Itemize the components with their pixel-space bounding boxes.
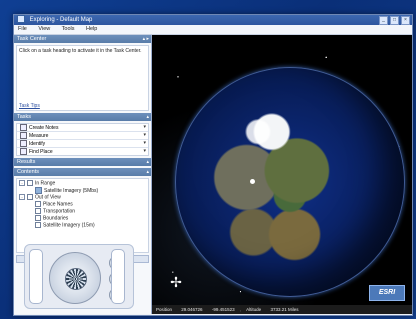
esri-logo: ESRI xyxy=(369,285,405,301)
zoom-slider-right[interactable] xyxy=(111,249,125,304)
checkbox[interactable] xyxy=(27,180,33,186)
content-group-in-range[interactable]: - In Range xyxy=(19,180,146,187)
content-label: Transportation xyxy=(43,208,76,215)
content-layer-place-names[interactable]: Place Names xyxy=(19,201,146,208)
position-label: Position xyxy=(156,307,173,312)
tasks-controls[interactable]: ▴ xyxy=(146,113,149,121)
results-controls[interactable]: ▴ xyxy=(146,158,149,166)
title-bar: Exploring - Default Map _ □ × xyxy=(14,15,412,25)
chevron-down-icon: ▾ xyxy=(143,140,146,146)
window-title: Exploring - Default Map xyxy=(29,17,93,23)
altitude-value: 3733.21 Miles xyxy=(270,307,299,312)
task-center-controls[interactable]: ▴ ▸ xyxy=(143,35,149,43)
task-label: Identify xyxy=(29,140,46,147)
contents-list: - In Range Satellite Imagery (5Mbs) - Out … xyxy=(16,178,149,253)
contents-controls[interactable]: ▴ xyxy=(146,168,149,176)
window-controls: _ □ × xyxy=(379,16,410,25)
ruler-icon xyxy=(20,132,27,139)
application-window: Exploring - Default Map _ □ × File View … xyxy=(13,14,413,316)
maximize-button[interactable]: □ xyxy=(390,16,399,25)
task-create-notes[interactable]: Create Notes ▾ xyxy=(17,124,148,132)
task-center-header[interactable]: Task Center ▴ ▸ xyxy=(14,35,151,43)
checkbox[interactable] xyxy=(35,208,41,214)
left-sidebar: Task Center ▴ ▸ Click on a task heading … xyxy=(14,35,152,314)
content-layer-satellite-15m[interactable]: Satellite Imagery (15m) xyxy=(19,222,146,229)
task-tips-link[interactable]: Task Tips xyxy=(19,103,40,109)
app-icon xyxy=(17,15,25,24)
content-label: Place Names xyxy=(43,201,73,208)
location-marker xyxy=(250,179,255,184)
checkbox[interactable] xyxy=(35,215,41,221)
minimize-button[interactable]: _ xyxy=(379,16,388,25)
menu-view[interactable]: View xyxy=(38,26,50,32)
task-label: Create Notes xyxy=(29,124,59,131)
layer-icon xyxy=(35,187,42,194)
task-find-place[interactable]: Find Place ▾ xyxy=(17,148,148,155)
content-label: Boundaries xyxy=(43,215,69,222)
find-place-icon xyxy=(20,148,27,155)
compass-icon: ✢ xyxy=(170,274,182,290)
task-measure[interactable]: Measure ▾ xyxy=(17,132,148,140)
close-button[interactable]: × xyxy=(401,16,410,25)
zoom-slider-left[interactable] xyxy=(29,249,43,304)
longitude-value: -99.451523 xyxy=(211,307,235,312)
collapse-icon[interactable]: - xyxy=(19,194,25,200)
altitude-label: Altitude xyxy=(246,307,262,312)
task-center-content: Click on a task heading to activate it i… xyxy=(16,45,149,111)
content-label: Out of View xyxy=(35,194,61,201)
navigation-panel: ⊕ ⊖ ⟲ xyxy=(24,244,134,309)
checkbox[interactable] xyxy=(35,222,41,228)
chevron-down-icon: ▾ xyxy=(143,124,146,130)
identify-icon xyxy=(20,140,27,147)
tasks-title: Tasks xyxy=(17,114,32,120)
checkbox[interactable] xyxy=(35,201,41,207)
globe-earth[interactable] xyxy=(175,67,405,297)
menu-file[interactable]: File xyxy=(18,26,27,32)
chevron-down-icon: ▾ xyxy=(143,132,146,138)
navigation-dial[interactable] xyxy=(49,252,101,304)
menu-tools[interactable]: Tools xyxy=(62,26,75,32)
task-center-title: Task Center xyxy=(17,36,47,42)
content-layer-transportation[interactable]: Transportation xyxy=(19,208,146,215)
status-bar: Position 29.046726 -99.451523 , Altitude… xyxy=(152,305,412,314)
content-label: In Range xyxy=(35,180,56,187)
notes-icon xyxy=(20,124,27,131)
menu-help[interactable]: Help xyxy=(86,26,97,32)
tasks-header[interactable]: Tasks ▴ xyxy=(14,113,151,121)
menu-bar: File View Tools Help xyxy=(14,25,412,35)
chevron-down-icon: ▾ xyxy=(143,148,146,154)
content-label: Satellite Imagery (15m) xyxy=(43,222,95,229)
contents-title: Contents xyxy=(17,169,40,175)
task-label: Find Place xyxy=(29,148,53,155)
content-layer-satellite-5mbs[interactable]: Satellite Imagery (5Mbs) xyxy=(19,187,146,194)
task-identify[interactable]: Identify ▾ xyxy=(17,140,148,148)
content-group-out-of-view[interactable]: - Out of View xyxy=(19,194,146,201)
collapse-icon[interactable]: - xyxy=(19,180,25,186)
results-title: Results xyxy=(17,159,36,165)
checkbox[interactable] xyxy=(27,194,33,200)
map-view[interactable]: ✢ ESRI Position 29.046726 -99.451523 , A… xyxy=(152,35,412,314)
content-layer-boundaries[interactable]: Boundaries xyxy=(19,215,146,222)
contents-header[interactable]: Contents ▴ xyxy=(14,168,151,176)
results-header[interactable]: Results ▴ xyxy=(14,158,151,166)
latitude-value: 29.046726 xyxy=(181,307,203,312)
tasks-list: Create Notes ▾ Measure ▾ Identify ▾ Find Pl… xyxy=(16,123,149,156)
task-center-message: Click on a task heading to activate it i… xyxy=(19,48,142,54)
content-label: Satellite Imagery (5Mbs) xyxy=(44,187,99,194)
task-label: Measure xyxy=(29,132,49,139)
compass-rose-icon xyxy=(65,268,87,290)
